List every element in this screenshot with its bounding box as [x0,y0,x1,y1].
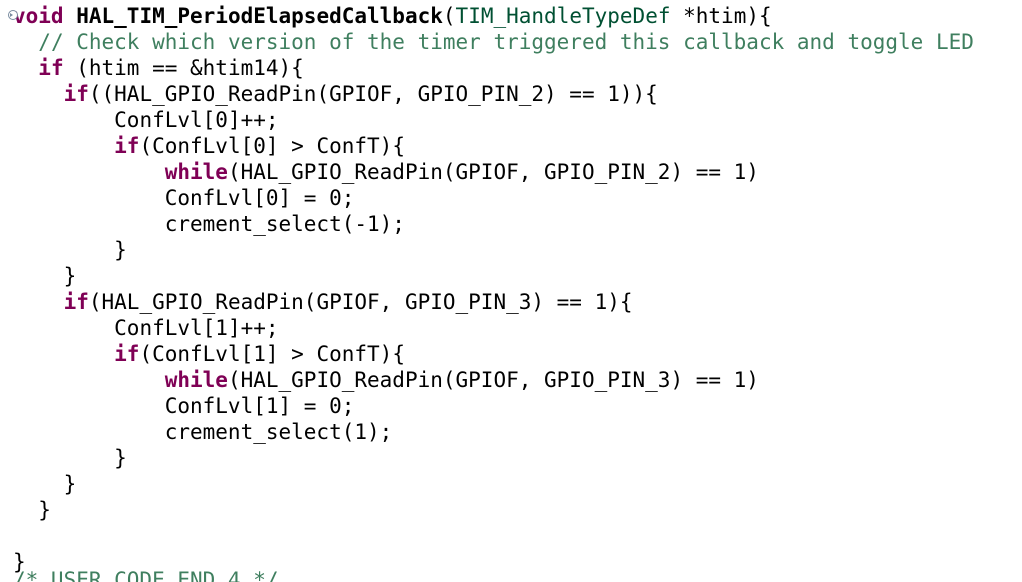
code-text: crement_select(1); [164,420,393,444]
code-line: if(HAL_GPIO_ReadPin(GPIOF, GPIO_PIN_3) =… [13,289,633,315]
code-text: } [63,472,77,496]
code-keyword: while [164,160,228,184]
code-text: } [114,446,127,470]
code-keyword: if [63,82,89,106]
code-keyword: if [63,290,89,314]
param-type: TIM_HandleTypeDef [455,4,671,28]
code-line: } [13,445,127,471]
code-line: while(HAL_GPIO_ReadPin(GPIOF, GPIO_PIN_2… [13,159,759,185]
code-comment: // Check which version of the timer trig… [38,30,974,54]
code-line: ConfLvl[1] = 0; [13,393,355,419]
code-line: ConfLvl[0]++; [13,107,279,133]
collapse-fold-icon[interactable] [8,10,18,20]
code-line: while(HAL_GPIO_ReadPin(GPIOF, GPIO_PIN_3… [13,367,759,393]
code-text: crement_select(-1); [164,212,405,236]
code-keyword: if [114,342,140,366]
code-line: } [13,471,77,497]
code-text: ConfLvl[1] = 0; [164,394,355,418]
cut-off-comment-line: /* USER CODE END 4 */ [13,568,279,582]
code-keyword: if [114,134,140,158]
code-text: (ConfLvl[1] > ConfT){ [139,342,405,366]
code-text: ConfLvl[0] = 0; [164,186,355,210]
param-rest: *htim){ [670,4,772,28]
code-text: (HAL_GPIO_ReadPin(GPIOF, GPIO_PIN_3) == … [88,290,633,314]
code-line: } [13,237,127,263]
code-text: (HAL_GPIO_ReadPin(GPIOF, GPIO_PIN_2) == … [227,160,759,184]
code-line: if((HAL_GPIO_ReadPin(GPIOF, GPIO_PIN_2) … [13,81,658,107]
code-text: ConfLvl[1]++; [114,316,279,340]
code-line: } [13,497,51,523]
code-line: crement_select(-1); [13,211,405,237]
function-name: HAL_TIM_PeriodElapsedCallback [76,4,443,28]
code-text: ((HAL_GPIO_ReadPin(GPIOF, GPIO_PIN_2) ==… [88,82,658,106]
open-paren: ( [442,4,456,28]
code-line: if (htim == &htim14){ [13,55,304,81]
code-line: } [13,263,77,289]
code-text: (HAL_GPIO_ReadPin(GPIOF, GPIO_PIN_3) == … [227,368,759,392]
code-text: (ConfLvl[0] > ConfT){ [139,134,405,158]
code-line: crement_select(1); [13,419,393,445]
code-keyword: if [38,56,64,80]
code-text: ConfLvl[0]++; [114,108,279,132]
code-line: ConfLvl[0] = 0; [13,185,355,211]
code-editor[interactable]: void HAL_TIM_PeriodElapsedCallback(TIM_H… [0,0,1022,582]
code-line: if(ConfLvl[0] > ConfT){ [13,133,405,159]
code-line: if(ConfLvl[1] > ConfT){ [13,341,405,367]
code-line-signature: void HAL_TIM_PeriodElapsedCallback(TIM_H… [8,3,772,29]
code-text: (htim == &htim14){ [63,56,304,80]
code-text: } [63,264,77,288]
code-text: } [114,238,127,262]
keyword-void: void [13,4,64,28]
code-line: ConfLvl[1]++; [13,315,279,341]
code-line: // Check which version of the timer trig… [13,29,974,55]
code-keyword: while [164,368,228,392]
code-text: } [38,498,51,522]
